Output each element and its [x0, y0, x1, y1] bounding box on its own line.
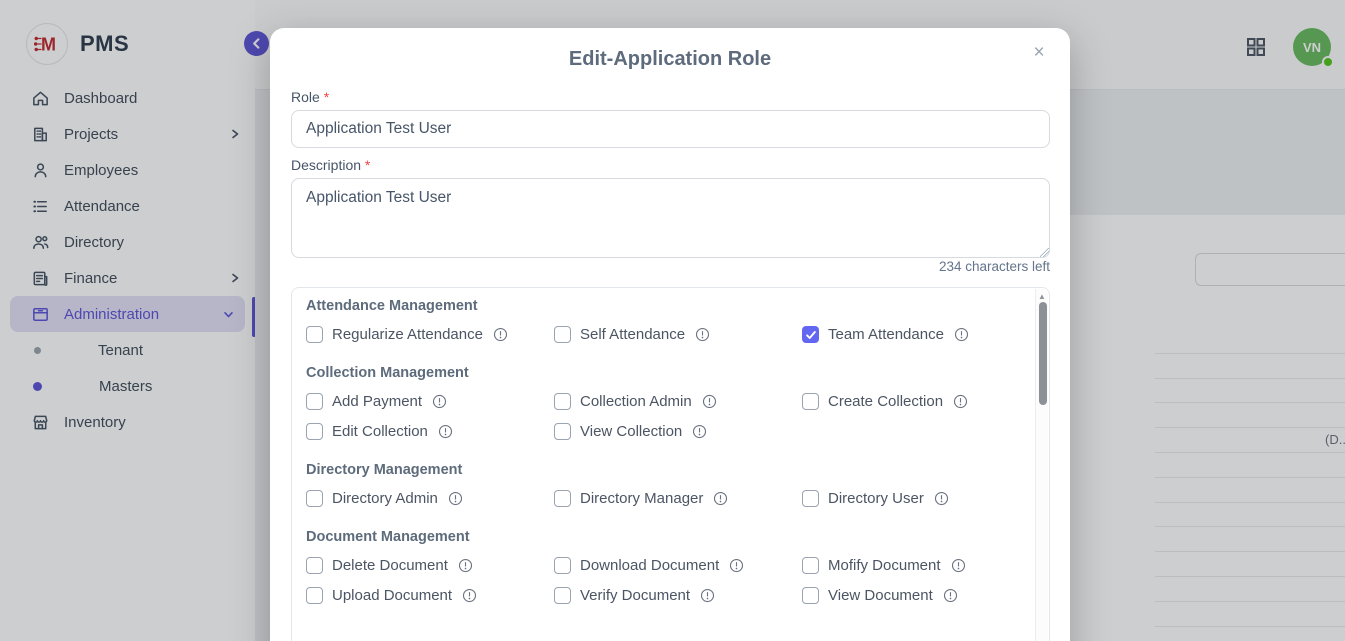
characters-left-counter: 234 characters left — [939, 259, 1050, 274]
checkbox[interactable] — [554, 490, 571, 507]
permission-section-title: Document Management — [306, 529, 1021, 545]
info-icon — [954, 327, 969, 342]
permission-section-title: Attendance Management — [306, 298, 1021, 314]
permission-label: Directory Manager — [580, 490, 703, 507]
description-textarea[interactable]: Application Test User — [291, 178, 1050, 258]
permission-checkbox-add-payment[interactable]: Add Payment — [306, 393, 554, 410]
permission-section: Document Management Delete Document Down… — [306, 529, 1021, 604]
permissions-scroll-area: Attendance Management Regularize Attenda… — [291, 287, 1050, 641]
permissions-scrollbar[interactable]: ▲ ▼ — [1035, 289, 1048, 641]
permission-checkbox-directory-manager[interactable]: Directory Manager — [554, 490, 802, 507]
permission-checkbox-regularize-attendance[interactable]: Regularize Attendance — [306, 326, 554, 343]
info-icon — [458, 558, 473, 573]
permission-checkbox-edit-collection[interactable]: Edit Collection — [306, 423, 554, 440]
checkbox[interactable] — [306, 587, 323, 604]
permission-checkbox-verify-document[interactable]: Verify Document — [554, 587, 802, 604]
permission-label: Download Document — [580, 557, 719, 574]
checkbox[interactable] — [802, 490, 819, 507]
checkbox[interactable] — [802, 326, 819, 343]
info-icon — [951, 558, 966, 573]
permission-label: View Collection — [580, 423, 682, 440]
info-icon — [934, 491, 949, 506]
permission-checkbox-create-collection[interactable]: Create Collection — [802, 393, 1023, 410]
info-icon — [700, 588, 715, 603]
checkbox[interactable] — [554, 393, 571, 410]
scrollbar-thumb[interactable] — [1039, 302, 1047, 405]
info-icon — [943, 588, 958, 603]
scroll-up-arrow[interactable]: ▲ — [1036, 292, 1048, 301]
permission-label: Regularize Attendance — [332, 326, 483, 343]
info-icon — [692, 424, 707, 439]
checkbox[interactable] — [306, 490, 323, 507]
permission-label: View Document — [828, 587, 933, 604]
permission-checkbox-upload-document[interactable]: Upload Document — [306, 587, 554, 604]
required-asterisk: * — [365, 157, 370, 173]
checkbox[interactable] — [802, 393, 819, 410]
checkbox[interactable] — [802, 587, 819, 604]
required-asterisk: * — [324, 89, 329, 105]
permission-label: Create Collection — [828, 393, 943, 410]
permission-label: Team Attendance — [828, 326, 944, 343]
checkbox[interactable] — [306, 393, 323, 410]
checkbox[interactable] — [802, 557, 819, 574]
permission-label: Upload Document — [332, 587, 452, 604]
permission-checkbox-team-attendance[interactable]: Team Attendance — [802, 326, 1023, 343]
permission-label: Directory User — [828, 490, 924, 507]
permission-section: Attendance Management Regularize Attenda… — [306, 298, 1021, 343]
permission-label: Add Payment — [332, 393, 422, 410]
checkbox[interactable] — [554, 326, 571, 343]
permission-label: Collection Admin — [580, 393, 692, 410]
permission-checkbox-collection-admin[interactable]: Collection Admin — [554, 393, 802, 410]
permission-section: Directory Management Directory Admin Dir… — [306, 462, 1021, 507]
permission-checkbox-directory-admin[interactable]: Directory Admin — [306, 490, 554, 507]
permission-checkbox-self-attendance[interactable]: Self Attendance — [554, 326, 802, 343]
info-icon — [702, 394, 717, 409]
info-icon — [448, 491, 463, 506]
permission-checkbox-view-document[interactable]: View Document — [802, 587, 1023, 604]
info-icon — [695, 327, 710, 342]
permission-checkbox-view-collection[interactable]: View Collection — [554, 423, 802, 440]
checkbox[interactable] — [554, 423, 571, 440]
permission-checkbox-download-document[interactable]: Download Document — [554, 557, 802, 574]
permission-label: Self Attendance — [580, 326, 685, 343]
info-icon — [462, 588, 477, 603]
info-icon — [713, 491, 728, 506]
checkbox[interactable] — [306, 423, 323, 440]
role-input[interactable] — [291, 110, 1050, 148]
info-icon — [438, 424, 453, 439]
modal-title: Edit-Application Role — [270, 48, 1070, 71]
checkbox[interactable] — [554, 587, 571, 604]
permission-label: Verify Document — [580, 587, 690, 604]
permission-section: Collection Management Add Payment Collec… — [306, 365, 1021, 440]
checkbox[interactable] — [306, 557, 323, 574]
checkbox[interactable] — [306, 326, 323, 343]
checkbox[interactable] — [554, 557, 571, 574]
info-icon — [432, 394, 447, 409]
info-icon — [493, 327, 508, 342]
permission-label: Directory Admin — [332, 490, 438, 507]
permission-label: Delete Document — [332, 557, 448, 574]
permission-checkbox-mofify-document[interactable]: Mofify Document — [802, 557, 1023, 574]
permission-checkbox-delete-document[interactable]: Delete Document — [306, 557, 554, 574]
permission-checkbox-directory-user[interactable]: Directory User — [802, 490, 1023, 507]
info-icon — [953, 394, 968, 409]
info-icon — [729, 558, 744, 573]
role-field-label: Role * — [291, 89, 329, 105]
permission-section-title: Collection Management — [306, 365, 1021, 381]
description-field-label: Description * — [291, 157, 370, 173]
permission-label: Mofify Document — [828, 557, 941, 574]
permission-section-title: Directory Management — [306, 462, 1021, 478]
permission-label: Edit Collection — [332, 423, 428, 440]
edit-application-role-modal: × Edit-Application Role Role * Descripti… — [270, 28, 1070, 641]
